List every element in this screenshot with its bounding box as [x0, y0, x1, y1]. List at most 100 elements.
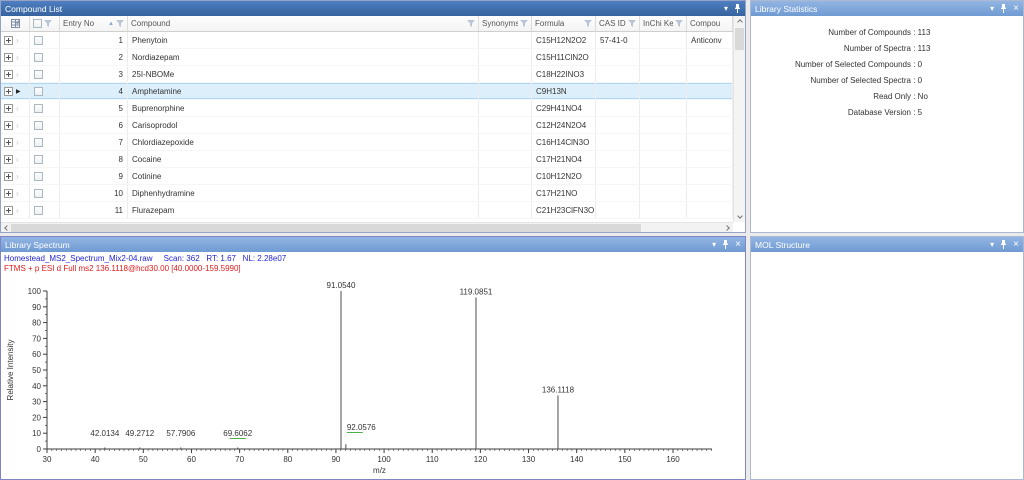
close-icon[interactable]: × [735, 239, 741, 249]
row-expand-cell[interactable]: › [1, 185, 30, 201]
row-select-cell[interactable] [30, 66, 60, 82]
horizontal-scroll-thumb[interactable] [11, 224, 641, 232]
compound-cell[interactable]: Carisoprodol [128, 117, 479, 133]
close-icon[interactable]: × [1013, 239, 1019, 249]
row-select-cell[interactable] [30, 202, 60, 218]
pin-icon[interactable] [734, 4, 741, 13]
column-header-synonyms[interactable]: Synonyms [479, 16, 532, 31]
row-expand-cell[interactable]: › [1, 168, 30, 184]
panel-menu-icon[interactable]: ▾ [990, 4, 994, 13]
row-select-cell[interactable] [30, 185, 60, 201]
row-expand-cell[interactable]: › [1, 100, 30, 116]
row-expand-cell[interactable]: › [1, 32, 30, 48]
row-checkbox[interactable] [34, 205, 43, 215]
compound-cell[interactable]: Amphetamine [128, 83, 479, 99]
row-expand-cell[interactable]: › [1, 151, 30, 167]
row-checkbox[interactable] [34, 103, 43, 113]
row-select-cell[interactable] [30, 151, 60, 167]
expand-row-icon[interactable] [4, 188, 13, 198]
expand-row-icon[interactable] [4, 35, 13, 45]
column-header-row-selector[interactable] [1, 16, 30, 31]
expand-row-icon[interactable] [4, 86, 13, 96]
panel-menu-icon[interactable]: ▾ [724, 4, 728, 13]
compound-cell[interactable]: Cotinine [128, 168, 479, 184]
table-row[interactable]: › 9 Cotinine C10H12N2O [1, 168, 733, 185]
filter-icon[interactable] [520, 20, 528, 27]
expand-row-icon[interactable] [4, 205, 13, 215]
expand-row-icon[interactable] [4, 154, 13, 164]
row-select-cell[interactable] [30, 49, 60, 65]
filter-icon[interactable] [467, 20, 475, 27]
column-header-formula[interactable]: Formula [532, 16, 596, 31]
pin-icon[interactable] [722, 240, 729, 249]
row-checkbox[interactable] [34, 137, 43, 147]
row-select-cell[interactable] [30, 168, 60, 184]
scroll-up-button[interactable] [735, 16, 745, 26]
row-expand-cell[interactable]: › [1, 134, 30, 150]
column-header-select-all[interactable] [30, 16, 60, 31]
compound-cell[interactable]: Nordiazepam [128, 49, 479, 65]
row-expand-cell[interactable]: › [1, 49, 30, 65]
compound-cell[interactable]: 25I-NBOMe [128, 66, 479, 82]
filter-icon[interactable] [675, 20, 683, 27]
compound-cell[interactable]: Cocaine [128, 151, 479, 167]
row-select-cell[interactable] [30, 32, 60, 48]
table-row[interactable]: › 8 Cocaine C17H21NO4 [1, 151, 733, 168]
row-select-cell[interactable] [30, 83, 60, 99]
compound-cell[interactable]: Flurazepam [128, 202, 479, 218]
expand-row-icon[interactable] [4, 52, 13, 62]
column-header-inchi-key[interactable]: InChi Key [640, 16, 687, 31]
expand-row-icon[interactable] [4, 103, 13, 113]
row-select-cell[interactable] [30, 117, 60, 133]
compound-cell[interactable]: Phenytoin [128, 32, 479, 48]
table-row[interactable]: › 6 Carisoprodol C12H24N2O4 [1, 117, 733, 134]
row-select-cell[interactable] [30, 100, 60, 116]
vertical-scrollbar[interactable] [733, 16, 745, 222]
column-header-compound[interactable]: Compound [128, 16, 479, 31]
row-checkbox[interactable] [34, 188, 43, 198]
panel-menu-icon[interactable]: ▾ [712, 240, 716, 249]
vertical-scroll-thumb[interactable] [735, 28, 744, 50]
row-expand-cell[interactable]: › [1, 202, 30, 218]
filter-icon[interactable] [628, 20, 636, 27]
table-row[interactable]: › 11 Flurazepam C21H23ClFN3O [1, 202, 733, 219]
column-header-compound-class[interactable]: Compou [687, 16, 733, 31]
close-icon[interactable]: × [1013, 3, 1019, 13]
column-header-entry-no[interactable]: Entry No ▲ [60, 16, 128, 31]
row-checkbox[interactable] [34, 69, 43, 79]
row-checkbox[interactable] [34, 52, 43, 62]
compound-cell[interactable]: Chlordiazepoxide [128, 134, 479, 150]
row-expand-cell[interactable]: › [1, 117, 30, 133]
column-header-cas-id[interactable]: CAS ID [596, 16, 640, 31]
row-select-cell[interactable] [30, 134, 60, 150]
row-expand-cell[interactable]: › [1, 66, 30, 82]
scroll-left-button[interactable] [1, 223, 11, 233]
row-checkbox[interactable] [34, 171, 43, 181]
table-row[interactable]: › 2 Nordiazepam C15H11ClN2O [1, 49, 733, 66]
expand-row-icon[interactable] [4, 69, 13, 79]
row-expand-cell[interactable]: ▶ [1, 83, 30, 99]
table-row[interactable]: › 5 Buprenorphine C29H41NO4 [1, 100, 733, 117]
scroll-right-button[interactable] [723, 223, 733, 233]
filter-icon[interactable] [116, 20, 124, 27]
row-checkbox[interactable] [34, 35, 43, 45]
panel-menu-icon[interactable]: ▾ [990, 240, 994, 249]
expand-row-icon[interactable] [4, 120, 13, 130]
pin-icon[interactable] [1000, 4, 1007, 13]
row-checkbox[interactable] [34, 120, 43, 130]
table-row[interactable]: › 7 Chlordiazepoxide C16H14ClN3O [1, 134, 733, 151]
table-row[interactable]: › 10 Diphenhydramine C17H21NO [1, 185, 733, 202]
row-checkbox[interactable] [34, 86, 43, 96]
table-row[interactable]: › 1 Phenytoin C15H12N2O2 57-41-0 Anticon… [1, 32, 733, 49]
compound-cell[interactable]: Diphenhydramine [128, 185, 479, 201]
table-row[interactable]: › 3 25I-NBOMe C18H22INO3 [1, 66, 733, 83]
expand-row-icon[interactable] [4, 137, 13, 147]
horizontal-scrollbar[interactable] [1, 222, 733, 232]
compound-cell[interactable]: Buprenorphine [128, 100, 479, 116]
pin-icon[interactable] [1000, 240, 1007, 249]
scroll-down-button[interactable] [735, 212, 745, 222]
filter-icon[interactable] [44, 20, 52, 27]
expand-row-icon[interactable] [4, 171, 13, 181]
filter-icon[interactable] [584, 20, 592, 27]
row-checkbox[interactable] [34, 154, 43, 164]
